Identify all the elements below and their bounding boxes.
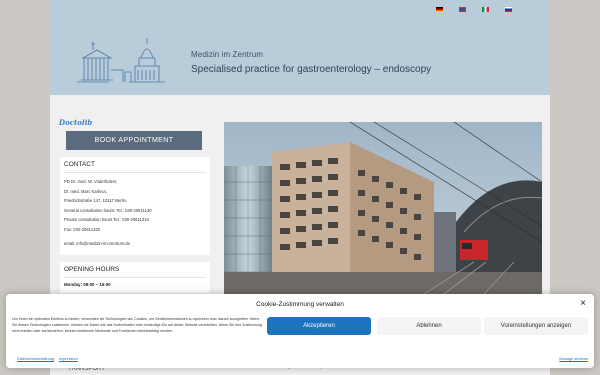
contact-line: General consultation hours: Tel.: 030-20… [64, 207, 152, 213]
accept-cookies-button[interactable]: Akzeptieren [267, 317, 371, 335]
cookie-description: Um Ihnen ein optimales Erlebnis zu biete… [12, 317, 263, 333]
language-switcher [436, 7, 512, 12]
site-header: Medizin im Zentrum Specialised practice … [50, 0, 550, 95]
deny-cookies-button[interactable]: Ablehnen [377, 317, 481, 335]
sidebar: Doctolib BOOK APPOINTMENT CONTACT PD Dr.… [59, 118, 210, 293]
building-photo-image [224, 122, 542, 294]
manage-services-link[interactable]: Manage services [559, 357, 588, 361]
contact-line: Dr. med. Marc Karlova, [64, 188, 107, 194]
contact-line: Private consultation hours Tel.: 030-206… [64, 217, 149, 222]
contact-title: CONTACT [64, 161, 206, 173]
cookie-consent-banner: Cookie-Zustimmung verwalten × Um Ihnen e… [6, 294, 594, 368]
cookie-links: Datenschutzerklärung Impressum [17, 357, 82, 361]
flag-en-icon[interactable] [459, 7, 466, 12]
contact-line: Friedrichstraße 147, 10117 Berlin, [64, 198, 127, 203]
brand-tagline: Specialised practice for gastroenterolog… [191, 64, 432, 75]
contact-email-link[interactable]: email: info@medizin-im-zentrum.de [64, 239, 206, 249]
cookie-title: Cookie-Zustimmung verwalten [256, 301, 344, 308]
privacy-policy-link[interactable]: Datenschutzerklärung [17, 357, 54, 361]
contact-line: PD Dr. med. W. Voderholzer, [64, 179, 118, 184]
book-appointment-button[interactable]: BOOK APPOINTMENT [66, 131, 202, 150]
cookie-preferences-button[interactable]: Voreinstellungen anzeigen [484, 317, 588, 335]
contact-card: CONTACT PD Dr. med. W. Voderholzer, Dr. … [60, 157, 210, 255]
brand-name[interactable]: Medizin im Zentrum [191, 50, 263, 59]
contact-line: Fax: 030-20611333 [64, 226, 101, 232]
doctolib-logo[interactable]: Doctolib [59, 118, 210, 127]
imprint-link[interactable]: Impressum [59, 357, 78, 361]
flag-de-icon[interactable] [436, 7, 443, 12]
flag-it-icon[interactable] [482, 7, 489, 12]
building-logo-icon[interactable] [75, 36, 170, 84]
close-icon[interactable]: × [580, 298, 586, 309]
opening-hours-title: OPENING HOURS [64, 266, 206, 278]
opening-hours-card: OPENING HOURS Monday: 08:00 – 16:00 [60, 261, 210, 293]
flag-ru-icon[interactable] [505, 7, 512, 12]
hero-photo [224, 122, 542, 294]
opening-hours-line: Monday: 08:00 – 16:00 [64, 281, 111, 287]
